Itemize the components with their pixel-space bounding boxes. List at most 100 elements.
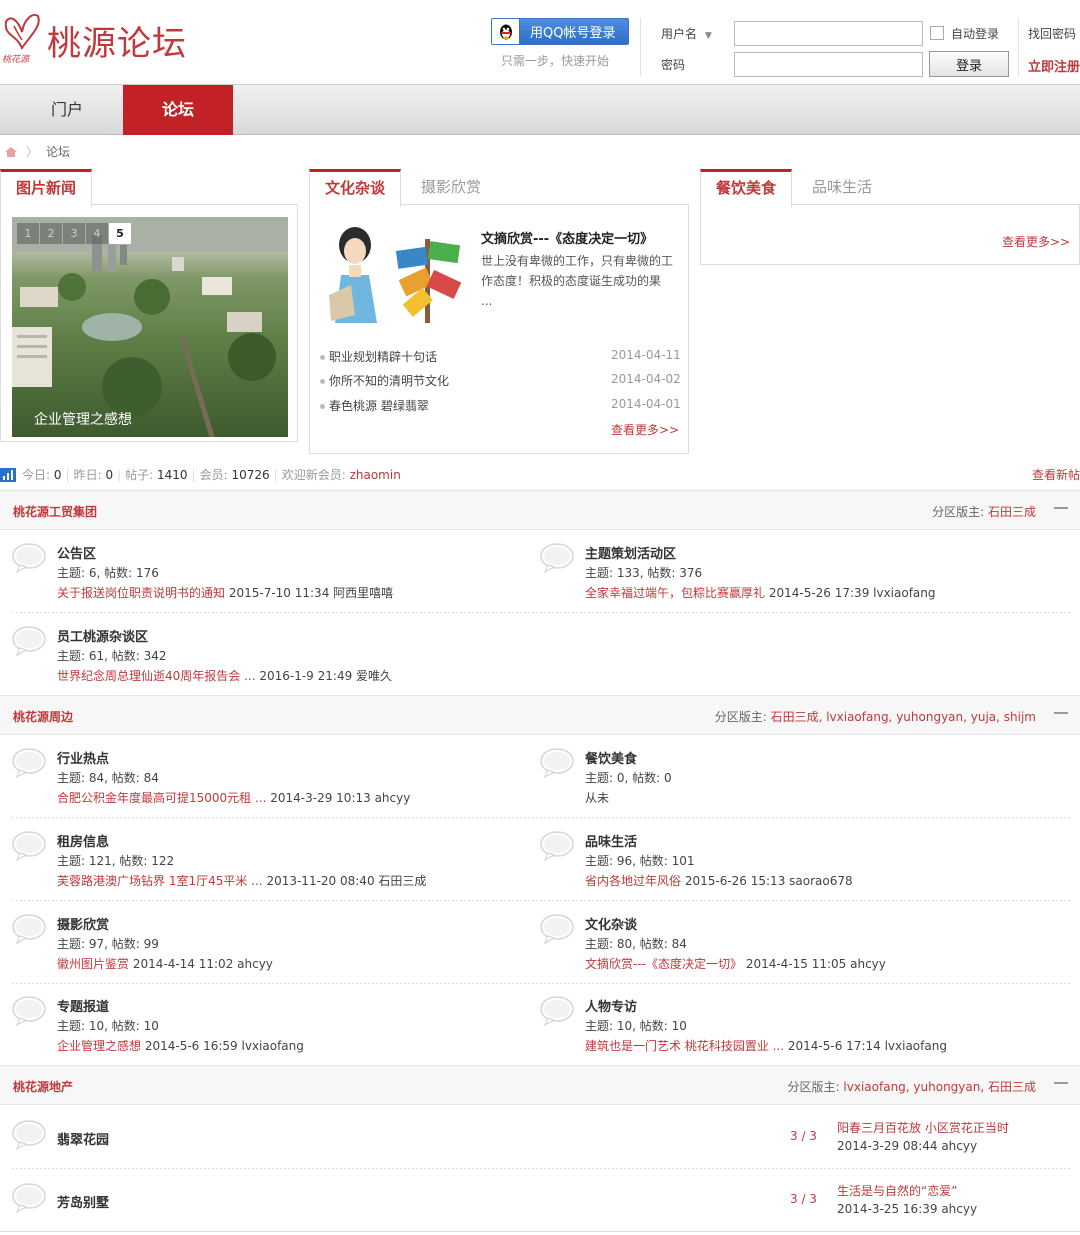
view-new-posts-link[interactable]: 查看新帖 bbox=[1032, 466, 1080, 483]
login-button[interactable]: 登录 bbox=[929, 51, 1009, 77]
nav-forum[interactable]: 论坛 bbox=[123, 85, 233, 135]
forum-bubble-icon[interactable] bbox=[12, 748, 46, 778]
find-password-link[interactable]: 找回密码 bbox=[1028, 25, 1076, 42]
slide-caption[interactable]: 企业管理之感想 bbox=[34, 409, 132, 429]
breadcrumb: 〉 论坛 bbox=[4, 143, 70, 160]
category-header: 桃花源工贸集团 分区版主: 石田三成 bbox=[0, 490, 1080, 530]
forum-bubble-icon[interactable] bbox=[540, 996, 574, 1026]
home-icon[interactable] bbox=[4, 146, 18, 158]
forum-title[interactable]: 人物专访 bbox=[585, 996, 637, 1015]
last-post-link[interactable]: 世界纪念周总理仙逝40周年报告会 ... bbox=[57, 669, 256, 683]
forum-item: 人物专访 主题: 10, 帖数: 10 建筑也是一门艺术 桃花科技园置业 ...… bbox=[540, 996, 1070, 1056]
forum-title[interactable]: 租房信息 bbox=[57, 831, 109, 850]
forum-item: 主题策划活动区 主题: 133, 帖数: 376 全家幸福过端午，包粽比赛赢厚礼… bbox=[540, 543, 1070, 603]
article-thumbnail[interactable] bbox=[321, 225, 473, 323]
forum-bubble-icon[interactable] bbox=[540, 748, 574, 778]
news-slideshow[interactable]: 1 2 3 4 5 企业管理之感想 bbox=[12, 217, 288, 437]
moderator-link[interactable]: 石田三成 bbox=[988, 505, 1036, 519]
last-post-info: 2015-7-10 11:34 阿西里嘻嘻 bbox=[225, 586, 394, 600]
forum-count: 3 / 3 bbox=[790, 1129, 817, 1143]
forum-last-post: 文摘欣赏---《态度决定一切》 2014-4-15 11:05 ahcyy bbox=[585, 955, 886, 972]
list-item[interactable]: 春色桃源 碧绿翡翠 bbox=[320, 397, 429, 414]
list-item[interactable]: 职业规划精辟十句话 bbox=[320, 348, 437, 365]
forum-bubble-icon[interactable] bbox=[12, 831, 46, 861]
forum-bubble-icon[interactable] bbox=[540, 831, 574, 861]
culture-more-link[interactable]: 查看更多>> bbox=[611, 421, 679, 438]
category-title[interactable]: 桃花源地产 bbox=[13, 1078, 73, 1095]
last-post-link[interactable]: 省内各地过年风俗 bbox=[585, 874, 681, 888]
forum-bubble-icon[interactable] bbox=[12, 996, 46, 1026]
header-divider bbox=[640, 18, 641, 76]
newest-member-link[interactable]: zhaomin bbox=[350, 468, 401, 482]
forum-item: 公告区 主题: 6, 帖数: 176 关于报送岗位职责说明书的通知 2015-7… bbox=[12, 543, 532, 603]
last-post-link[interactable]: 建筑也是一门艺术 桃花科技园置业 ... bbox=[585, 1039, 784, 1053]
last-post-link[interactable]: 徽州图片鉴赏 bbox=[57, 957, 129, 971]
last-post-link[interactable]: 合肥公积金年度最高可提15000元租 ... bbox=[57, 791, 266, 805]
article-summary: 世上没有卑微的工作，只有卑微的工作态度！积极的态度诞生成功的果 ... bbox=[481, 254, 674, 308]
breadcrumb-current[interactable]: 论坛 bbox=[46, 143, 70, 160]
qq-login-button[interactable]: 用QQ帐号登录 bbox=[491, 18, 629, 45]
site-logo[interactable]: 桃花源 桃源论坛 bbox=[0, 6, 190, 66]
last-post-link[interactable]: 全家幸福过端午，包粽比赛赢厚礼 bbox=[585, 586, 765, 600]
collapse-icon[interactable] bbox=[1054, 507, 1068, 509]
category-title[interactable]: 桃花源工贸集团 bbox=[13, 503, 97, 520]
category-title[interactable]: 桃花源周边 bbox=[13, 708, 73, 725]
tab-food[interactable]: 餐饮美食 bbox=[700, 169, 793, 207]
register-link[interactable]: 立即注册 bbox=[1028, 56, 1080, 75]
slide-page-2[interactable]: 2 bbox=[40, 223, 62, 244]
nav-portal[interactable]: 门户 bbox=[13, 85, 121, 135]
forum-title[interactable]: 专题报道 bbox=[57, 996, 109, 1015]
forum-bubble-icon[interactable] bbox=[12, 543, 46, 573]
last-post-link[interactable]: 芙蓉路港澳广场钻界 1室1厅45平米 ... bbox=[57, 874, 263, 888]
tab-lifestyle[interactable]: 品味生活 bbox=[797, 169, 887, 205]
slide-page-1[interactable]: 1 bbox=[17, 223, 39, 244]
collapse-icon[interactable] bbox=[1054, 1082, 1068, 1084]
last-post-link[interactable]: 文摘欣赏---《态度决定一切》 bbox=[585, 957, 742, 971]
forum-item: 员工桃源杂谈区 主题: 61, 帖数: 342 世界纪念周总理仙逝40周年报告会… bbox=[12, 626, 532, 686]
forum-bubble-icon[interactable] bbox=[540, 543, 574, 573]
password-input[interactable] bbox=[734, 52, 923, 77]
forum-title[interactable]: 翡翠花园 bbox=[57, 1129, 109, 1148]
slide-page-5[interactable]: 5 bbox=[109, 223, 131, 244]
forum-bubble-icon[interactable] bbox=[540, 914, 574, 944]
article-title[interactable]: 文摘欣赏---《态度决定一切》 bbox=[481, 228, 653, 247]
last-post-link[interactable]: 阳春三月百花放 小区赏花正当时 bbox=[837, 1119, 1009, 1136]
forum-title[interactable]: 品味生活 bbox=[585, 831, 637, 850]
last-post-link[interactable]: 企业管理之感想 bbox=[57, 1039, 141, 1053]
forum-bubble-icon[interactable] bbox=[12, 1120, 46, 1150]
row-divider bbox=[12, 612, 1070, 613]
last-post-link[interactable]: 关于报送岗位职责说明书的通知 bbox=[57, 586, 225, 600]
forum-stats-text: 主题: 6, 帖数: 176 bbox=[57, 566, 159, 580]
forum-title[interactable]: 餐饮美食 bbox=[585, 748, 637, 767]
list-item[interactable]: 你所不知的清明节文化 bbox=[320, 372, 449, 389]
tab-picture-news[interactable]: 图片新闻 bbox=[0, 169, 93, 207]
forum-title[interactable]: 主题策划活动区 bbox=[585, 543, 676, 562]
forum-bubble-icon[interactable] bbox=[12, 914, 46, 944]
auto-login-checkbox[interactable] bbox=[930, 26, 944, 40]
forum-title[interactable]: 公告区 bbox=[57, 543, 96, 562]
forum-title[interactable]: 文化杂谈 bbox=[585, 914, 637, 933]
row-divider bbox=[12, 983, 1070, 984]
moderator-link[interactable]: lvxiaofang, yuhongyan, 石田三成 bbox=[843, 1080, 1036, 1094]
forum-title[interactable]: 行业热点 bbox=[57, 748, 109, 767]
forum-bubble-icon[interactable] bbox=[12, 626, 46, 656]
forum-title[interactable]: 摄影欣赏 bbox=[57, 914, 109, 933]
forum-last-post: 芙蓉路港澳广场钻界 1室1厅45平米 ... 2013-11-20 08:40 … bbox=[57, 872, 426, 889]
username-label: 用户名 bbox=[661, 27, 698, 41]
forum-bubble-icon[interactable] bbox=[12, 1183, 46, 1213]
forum-stats-text: 主题: 133, 帖数: 376 bbox=[585, 566, 703, 580]
tab-culture[interactable]: 文化杂谈 bbox=[309, 169, 402, 207]
username-type-select[interactable]: 用户名 ▼ bbox=[661, 25, 712, 42]
forum-title[interactable]: 芳岛别墅 bbox=[57, 1192, 109, 1211]
tab-photography[interactable]: 摄影欣赏 bbox=[406, 169, 496, 205]
last-post-link[interactable]: 生活是与自然的“恋爱” bbox=[837, 1182, 957, 1199]
slide-page-4[interactable]: 4 bbox=[86, 223, 108, 244]
forum-title[interactable]: 员工桃源杂谈区 bbox=[57, 626, 148, 645]
moderator-link[interactable]: 石田三成, lvxiaofang, yuhongyan, yuja, shijm bbox=[771, 710, 1036, 724]
auto-login-label[interactable]: 自动登录 bbox=[951, 25, 999, 42]
food-more-link[interactable]: 查看更多>> bbox=[1002, 233, 1070, 250]
last-post-info: 2014-5-6 17:14 lvxiaofang bbox=[784, 1039, 947, 1053]
collapse-icon[interactable] bbox=[1054, 712, 1068, 714]
username-input[interactable] bbox=[734, 21, 923, 46]
slide-page-3[interactable]: 3 bbox=[63, 223, 85, 244]
